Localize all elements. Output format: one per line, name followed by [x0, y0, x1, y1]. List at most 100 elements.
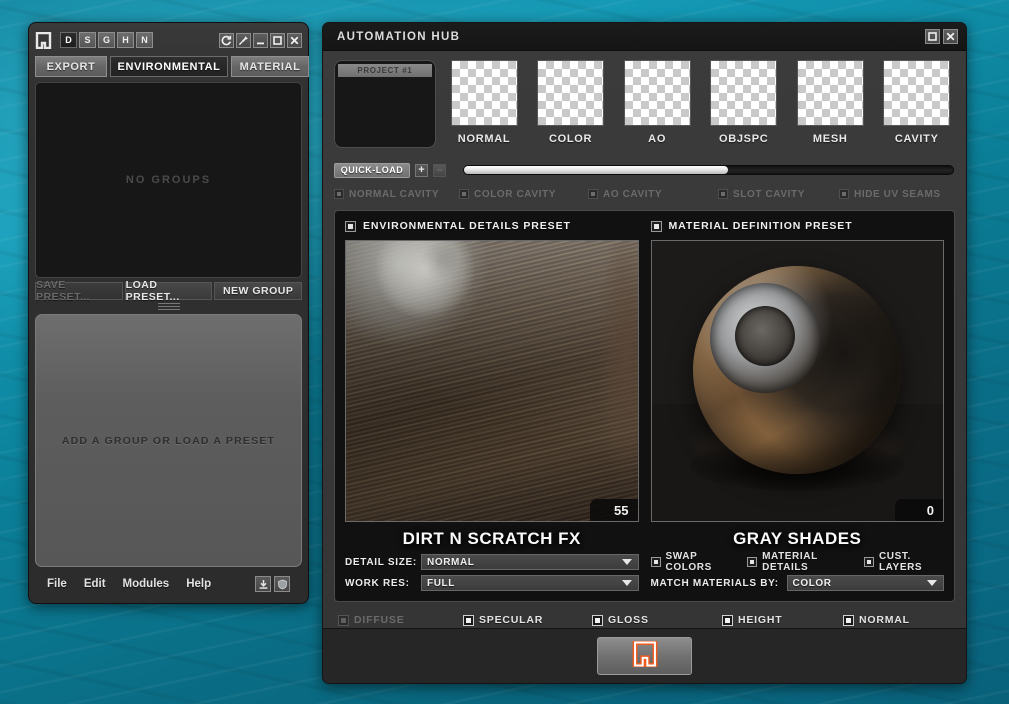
mode-button-g[interactable]: G [98, 32, 115, 48]
checkbox-normal-cavity[interactable]: NORMAL CAVITY [334, 187, 459, 201]
new-group-button[interactable]: NEW GROUP [214, 282, 302, 300]
checkbox-slot-cavity[interactable]: SLOT CAVITY [718, 187, 839, 201]
match-materials-dropdown[interactable]: COLOR [787, 575, 945, 591]
checkbox-box-icon [345, 221, 356, 232]
map-slot-cavity: CAVITY [879, 60, 956, 156]
groups-panel[interactable]: NO GROUPS [35, 82, 302, 278]
mode-button-n[interactable]: N [136, 32, 153, 48]
quick-load-button[interactable]: QUICK-LOAD [334, 163, 410, 178]
menu-help[interactable]: Help [186, 578, 211, 590]
checkbox-box-icon [588, 189, 598, 199]
add-project-button[interactable]: + [415, 164, 428, 177]
pin-icon[interactable] [236, 33, 251, 48]
checkbox-box-icon [651, 557, 661, 567]
material-preview-count: 0 [895, 499, 943, 521]
automation-hub-titlebar: AUTOMATION HUB [323, 23, 966, 51]
map-thumbnail-mesh[interactable] [797, 60, 864, 126]
detail-size-dropdown[interactable]: NORMAL [421, 554, 639, 570]
progress-slider-fill [464, 166, 728, 174]
project-list[interactable]: PROJECT #1 [334, 60, 436, 148]
run-automation-button[interactable] [597, 637, 692, 675]
checkbox-material-details[interactable]: MATERIAL DETAILS [747, 551, 850, 573]
environmental-preset-header[interactable]: ENVIRONMENTAL DETAILS PRESET [345, 219, 639, 233]
environmental-controls: DETAIL SIZE: NORMAL WORK RES: FULL [345, 554, 639, 591]
maximize-icon[interactable] [270, 33, 285, 48]
shield-icon[interactable] [274, 576, 290, 592]
map-thumbnail-objspc[interactable] [710, 60, 777, 126]
left-menubar: File Edit Modules Help [35, 571, 302, 597]
checkbox-box-icon [718, 189, 728, 199]
no-groups-text: NO GROUPS [126, 174, 211, 186]
map-thumbnail-color[interactable] [537, 60, 604, 126]
chevron-down-icon [622, 580, 632, 586]
material-ball [693, 266, 901, 474]
resize-grip[interactable] [158, 303, 180, 310]
checkbox-normal[interactable]: NORMAL [843, 612, 910, 628]
mode-button-d[interactable]: D [60, 32, 77, 48]
work-res-dropdown[interactable]: FULL [421, 575, 639, 591]
checkbox-swap-colors[interactable]: SWAP COLORS [651, 551, 734, 573]
remove-project-button[interactable]: – [433, 164, 446, 177]
checkbox-ao-cavity[interactable]: AO CAVITY [588, 187, 718, 201]
checkbox-label: SPECULAR [479, 614, 543, 626]
match-materials-label: MATCH MATERIALS BY: [651, 578, 779, 589]
save-preset-button[interactable]: SAVE PRESET... [35, 282, 123, 300]
map-thumbnail-normal[interactable] [451, 60, 518, 126]
checkbox-hide-uv-seams[interactable]: HIDE UV SEAMS [839, 187, 941, 201]
automation-hub-window: AUTOMATION HUB PROJECT #1 NORMAL COLOR [322, 22, 967, 684]
map-slot-objspc: OBJSPC [705, 60, 782, 156]
map-thumbnail-cavity[interactable] [883, 60, 950, 126]
checkbox-height[interactable]: HEIGHT [722, 612, 843, 628]
environmental-preview[interactable]: 55 [345, 240, 639, 522]
maximize-icon[interactable] [925, 29, 940, 44]
download-icon[interactable] [255, 576, 271, 592]
chevron-down-icon [927, 580, 937, 586]
texture-preview-image [346, 241, 638, 521]
map-label-objspc: OBJSPC [719, 133, 768, 145]
map-slot-color: COLOR [532, 60, 609, 156]
mode-button-group: D S G H N [60, 32, 153, 48]
environmental-preset-column: ENVIRONMENTAL DETAILS PRESET 55 DIRT N S… [345, 219, 639, 591]
checkbox-label: CUST. LAYERS [879, 551, 944, 573]
checkbox-gloss[interactable]: GLOSS [592, 612, 722, 628]
checkbox-specular[interactable]: SPECULAR [463, 612, 592, 628]
tab-export[interactable]: EXPORT [35, 56, 107, 77]
checkbox-diffuse[interactable]: DIFFUSE [338, 612, 463, 628]
mode-button-s[interactable]: S [79, 32, 96, 48]
material-preset-header[interactable]: MATERIAL DEFINITION PRESET [651, 219, 945, 233]
menu-modules[interactable]: Modules [123, 578, 170, 590]
checkbox-box-icon [459, 189, 469, 199]
ddo-logo-icon [632, 641, 658, 672]
material-preview[interactable]: 0 [651, 240, 945, 522]
match-materials-value: COLOR [793, 578, 832, 589]
mode-button-h[interactable]: H [117, 32, 134, 48]
load-preset-button[interactable]: LOAD PRESET... [125, 282, 213, 300]
map-slot-mesh: MESH [792, 60, 869, 156]
map-thumbnail-ao[interactable] [624, 60, 691, 126]
close-icon[interactable] [943, 29, 958, 44]
menu-file[interactable]: File [47, 578, 67, 590]
map-slot-ao: AO [619, 60, 696, 156]
checkbox-color-cavity[interactable]: COLOR CAVITY [459, 187, 588, 201]
close-icon[interactable] [287, 33, 302, 48]
progress-slider[interactable] [463, 165, 954, 175]
checkbox-box-icon [843, 615, 854, 626]
work-res-row: WORK RES: FULL [345, 575, 639, 591]
refresh-icon[interactable] [219, 33, 234, 48]
material-options-row: SWAP COLORS MATERIAL DETAILS CUST. LAYER… [651, 554, 945, 570]
left-window-controls [219, 33, 302, 48]
drop-area[interactable]: ADD A GROUP OR LOAD A PRESET [35, 314, 302, 567]
menu-edit[interactable]: Edit [84, 578, 106, 590]
map-label-ao: AO [648, 133, 666, 145]
left-tab-bar: EXPORT ENVIRONMENTAL MATERIAL [35, 56, 302, 77]
checkbox-box-icon [592, 615, 603, 626]
tab-material[interactable]: MATERIAL [231, 56, 309, 77]
minimize-icon[interactable] [253, 33, 268, 48]
tab-environmental[interactable]: ENVIRONMENTAL [110, 56, 228, 77]
checkbox-box-icon [651, 221, 662, 232]
checkbox-cust-layers[interactable]: CUST. LAYERS [864, 551, 944, 573]
project-list-item[interactable]: PROJECT #1 [338, 64, 432, 77]
checkbox-box-icon [839, 189, 849, 199]
detail-size-row: DETAIL SIZE: NORMAL [345, 554, 639, 570]
checkbox-box-icon [722, 615, 733, 626]
